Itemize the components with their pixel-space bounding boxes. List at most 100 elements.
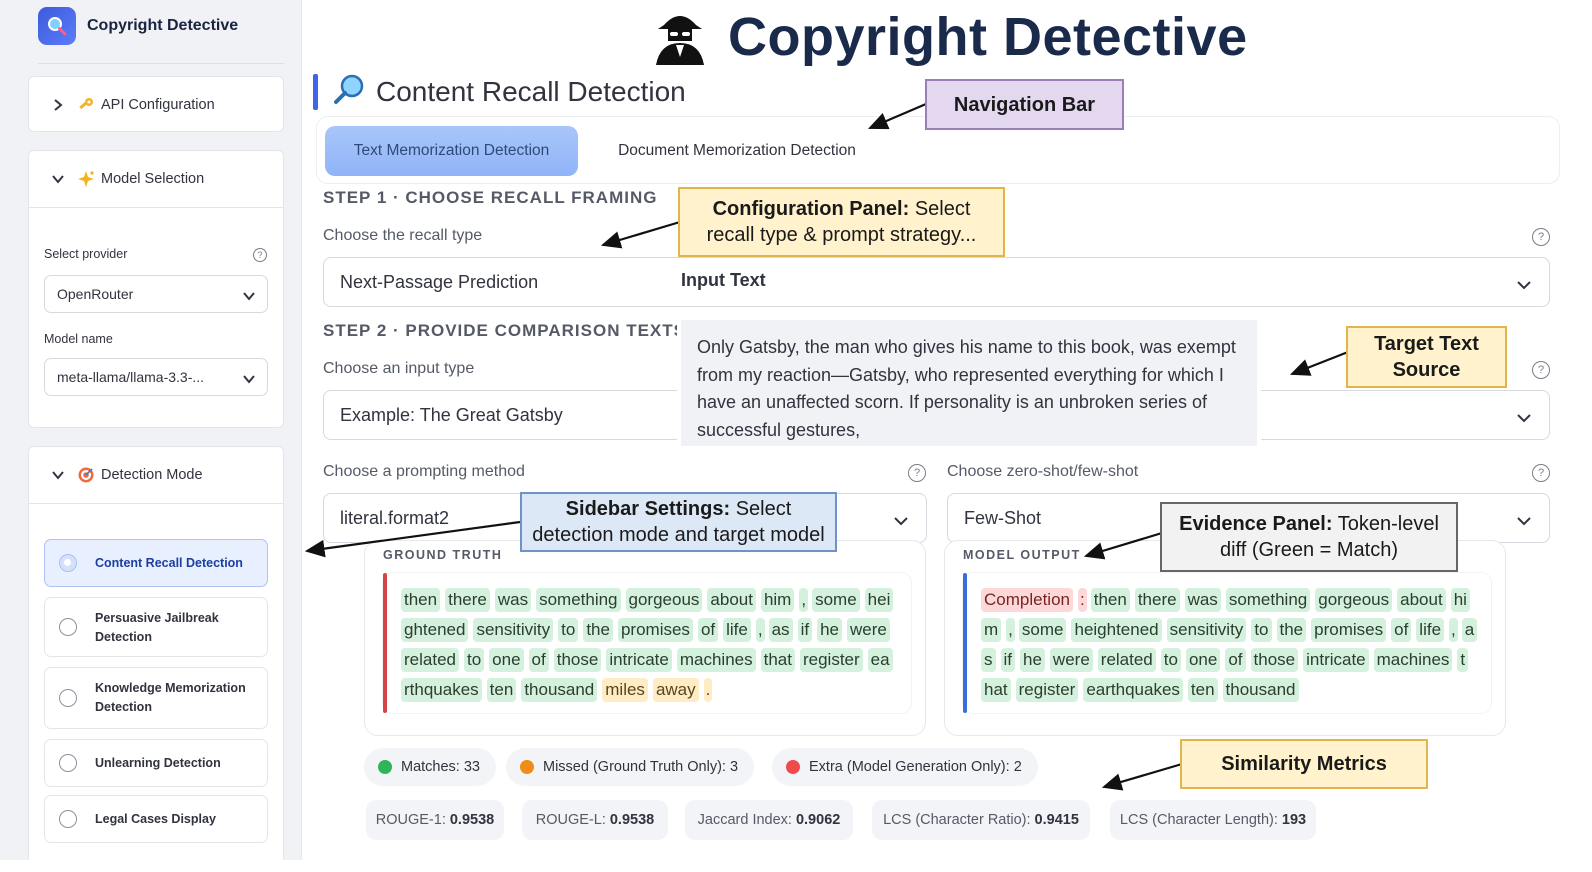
mode-unlearning[interactable]: Unlearning Detection xyxy=(44,739,268,787)
token-match: about xyxy=(707,588,756,612)
token-match: some xyxy=(1018,618,1067,642)
annotation-text: Select xyxy=(914,198,971,220)
token-match: he xyxy=(817,618,842,642)
legend-label: Matches: 33 xyxy=(401,759,480,775)
token-match: , xyxy=(1449,618,1458,642)
token-match: one xyxy=(1185,648,1221,672)
token-match: some xyxy=(812,588,860,612)
token-match: he xyxy=(1020,648,1045,672)
token-match: register xyxy=(799,648,863,672)
metric-name: LCS (Character Length): xyxy=(1119,812,1278,828)
recall-help-icon[interactable]: ? xyxy=(1532,228,1550,246)
radio-unselected[interactable] xyxy=(59,810,77,828)
metric-value: 0.9538 xyxy=(449,812,495,828)
api-config-expander[interactable]: API Configuration xyxy=(28,76,284,132)
token-match: the xyxy=(583,618,613,642)
ground-truth-box: then there was something gorgeous about him, so… xyxy=(383,573,911,713)
token-missed: . xyxy=(703,678,713,702)
chevron-down-icon xyxy=(1517,511,1531,532)
api-config-header[interactable]: API Configuration xyxy=(29,77,283,133)
annotation-evidence-panel: Evidence Panel: Token-level diff (Green … xyxy=(1160,502,1458,572)
radio-selected[interactable] xyxy=(59,554,77,572)
annotation-text: recall type & prompt strategy... xyxy=(706,224,977,246)
token-match: a xyxy=(1461,618,1478,642)
mode-knowledge-memorization[interactable]: Knowledge Memorization Detection xyxy=(44,667,268,729)
annotation-text: detection mode and target model xyxy=(532,524,825,546)
annotation-title: Sidebar Settings: xyxy=(565,498,731,520)
model-selection-divider xyxy=(29,207,283,208)
provider-select[interactable]: OpenRouter xyxy=(44,275,268,313)
token-match: related xyxy=(1097,648,1156,672)
input-type-label: Choose an input type xyxy=(323,360,475,377)
mode-legal-cases[interactable]: Legal Cases Display xyxy=(44,795,268,843)
detection-mode-divider xyxy=(29,503,283,504)
token-match: heightened xyxy=(1071,618,1162,642)
app-title: Copyright Detective xyxy=(650,2,1248,72)
metric-rouge1: ROUGE-1: 0.9538 xyxy=(366,800,504,840)
sidebar-app-title: Copyright Detective xyxy=(87,17,239,34)
model-name-label: Model name xyxy=(44,332,113,346)
model-name-select[interactable]: meta-llama/llama-3.3-... xyxy=(44,358,268,396)
mode-label: Knowledge Memorization Detection xyxy=(95,681,246,714)
token-match: of xyxy=(528,648,549,672)
tooltip-line: Only Gatsby, the man who gives his name … xyxy=(697,337,1236,357)
metric-value: 0.9062 xyxy=(795,812,841,828)
shot-label: Choose zero-shot/few-shot xyxy=(947,463,1139,480)
token-line: s if he were related to one of those intricate mac… xyxy=(981,645,1481,675)
token-match: those xyxy=(1250,648,1299,672)
key-icon xyxy=(77,96,95,114)
token-match: ten xyxy=(1187,678,1218,702)
radio-unselected[interactable] xyxy=(59,689,77,707)
model-output-tokens: Completion: then there was something gorgeous… xyxy=(981,585,1481,705)
token-match: ten xyxy=(486,678,517,702)
token-match: , xyxy=(799,588,809,612)
radio-unselected[interactable] xyxy=(59,618,77,636)
token-match: m xyxy=(981,618,1002,642)
token-line: ghtened sensitivity to the promises of life, as… xyxy=(401,615,901,645)
magnifier-icon xyxy=(332,73,366,112)
model-selection-header[interactable]: Model Selection xyxy=(29,151,283,207)
tooltip-line: from my reaction—Gatsby, who represented… xyxy=(697,364,1224,385)
token-extra: : xyxy=(1078,588,1087,612)
token-line: hat register earthquakes ten thousand xyxy=(981,675,1481,705)
model-output-box: Completion: then there was something gorgeous… xyxy=(963,573,1491,713)
token-match: hei xyxy=(864,588,894,612)
token-match: as xyxy=(768,618,793,642)
shot-help-icon[interactable]: ? xyxy=(1532,464,1550,482)
legend-matches: Matches: 33 xyxy=(364,748,496,786)
radio-unselected[interactable] xyxy=(59,754,77,772)
token-missed: miles xyxy=(602,678,648,702)
annotation-title: Similarity Metrics xyxy=(1221,753,1387,775)
annotation-text: Select xyxy=(735,498,792,520)
detection-mode-label: Detection Mode xyxy=(101,467,203,483)
token-line: rthquakes ten thousand miles away. xyxy=(401,675,901,705)
token-match: to xyxy=(558,618,579,642)
provider-help-icon[interactable]: ? xyxy=(253,248,267,262)
metric-name: LCS (Character Ratio): xyxy=(883,812,1031,828)
metric-name: ROUGE-L: xyxy=(535,812,606,828)
token-match: were xyxy=(1049,648,1093,672)
token-match: thousand xyxy=(521,678,598,702)
sidebar-divider xyxy=(38,63,284,64)
mode-label: Content Recall Detection xyxy=(95,556,243,570)
tab-text-memorization[interactable]: Text Memorization Detection xyxy=(325,126,578,176)
token-match: register xyxy=(1015,678,1079,702)
page-heading-text: Content Recall Detection xyxy=(376,76,686,107)
mode-content-recall[interactable]: Content Recall Detection xyxy=(44,539,268,587)
token-match: to xyxy=(1251,618,1272,642)
prompt-help-icon[interactable]: ? xyxy=(908,464,926,482)
input-help-icon[interactable]: ? xyxy=(1532,361,1550,379)
provider-label: Select provider xyxy=(44,247,128,261)
token-match: gorgeous xyxy=(625,588,703,612)
app-root: Copyright Detective API Configuration Mo… xyxy=(0,0,1592,872)
model-selection-label: Model Selection xyxy=(101,171,205,187)
token-match: t xyxy=(1457,648,1469,672)
annotation-target-text: Target Text Source xyxy=(1346,326,1507,388)
mode-persuasive-jailbreak[interactable]: Persuasive Jailbreak Detection xyxy=(44,597,268,657)
tab-document-memorization[interactable]: Document Memorization Detection xyxy=(592,126,882,176)
metric-lcs-length: LCS (Character Length): 193 xyxy=(1110,800,1316,840)
annotation-sidebar-settings: Sidebar Settings: Select detection mode … xyxy=(520,492,837,552)
input-type-value: Example: The Great Gatsby xyxy=(340,404,563,425)
input-text-tooltip: Only Gatsby, the man who gives his name … xyxy=(681,320,1257,446)
detection-mode-header[interactable]: Detection Mode xyxy=(29,447,283,503)
